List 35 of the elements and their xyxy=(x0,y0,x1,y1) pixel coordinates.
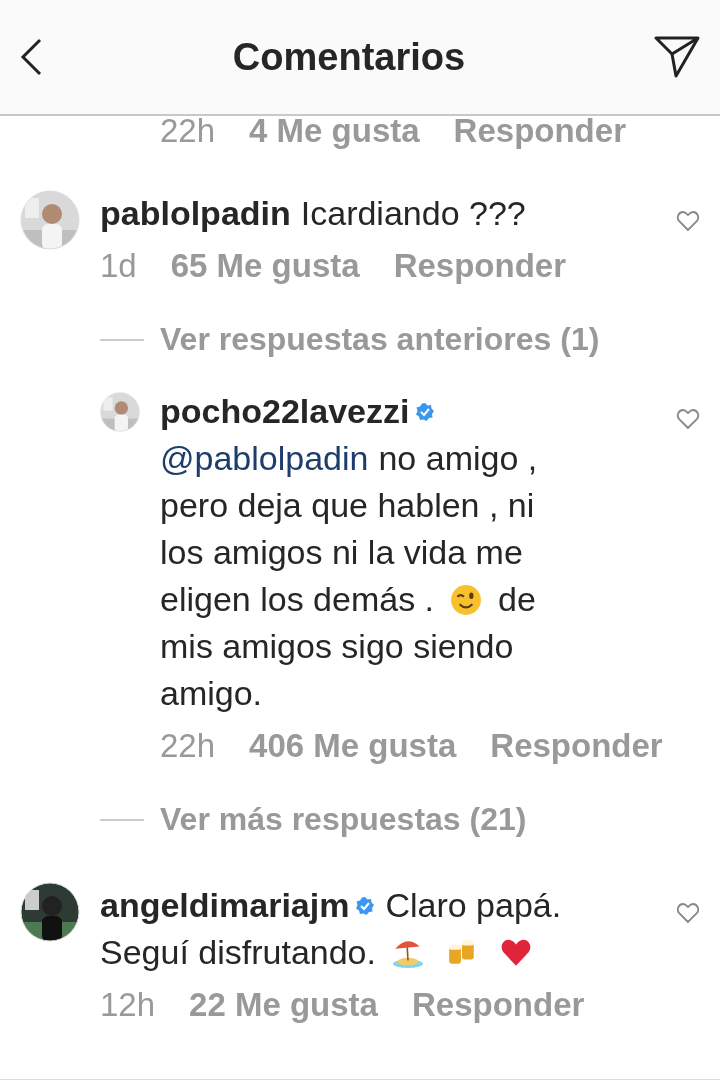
comment-text: de xyxy=(498,580,536,619)
winking-face-emoji-icon xyxy=(450,583,483,616)
likes-count[interactable]: 65 Me gusta xyxy=(170,247,360,285)
heart-icon xyxy=(676,210,700,232)
username-link[interactable]: pablolpadin xyxy=(100,194,291,233)
username-link[interactable]: pocho22lavezzi xyxy=(160,392,410,431)
send-button[interactable] xyxy=(654,35,700,79)
comment-text: eligen los demás . xyxy=(160,580,435,619)
page-title: Comentarios xyxy=(232,35,466,79)
back-icon xyxy=(18,37,44,77)
comment-text: Seguí disfrutando. xyxy=(100,933,376,972)
comment-time: 1d xyxy=(100,247,137,285)
comment-text: Icardiando ??? xyxy=(300,194,526,233)
comment-time: 22h xyxy=(160,116,216,146)
mention-link[interactable]: @pablolpadin xyxy=(160,439,369,478)
likes-count[interactable]: 22 Me gusta xyxy=(189,986,378,1024)
comment-text: pero deja que hablen , ni xyxy=(160,486,535,525)
view-replies-link[interactable]: Ver respuestas anteriores (1) xyxy=(160,321,600,358)
comment-time: 22h xyxy=(160,727,216,765)
comment-text: Claro papá. xyxy=(385,886,562,925)
comment-text: amigo. xyxy=(160,674,263,713)
heart-icon xyxy=(676,408,700,430)
reply-link[interactable]: Responder xyxy=(411,986,585,1024)
reply-link[interactable]: Responder xyxy=(490,727,663,765)
username-link[interactable]: angeldimariajm xyxy=(100,886,350,925)
send-icon xyxy=(654,35,700,79)
comment-time: 12h xyxy=(100,986,156,1024)
likes-count[interactable]: 406 Me gusta xyxy=(249,727,457,765)
back-button[interactable] xyxy=(18,37,44,77)
heart-icon xyxy=(676,902,700,924)
comment-text: no amigo , xyxy=(378,439,538,478)
reply-link[interactable]: Responder xyxy=(393,247,566,285)
comment-text: los amigos ni la vida me xyxy=(160,533,523,572)
comment-text: mis amigos sigo siendo xyxy=(160,627,514,666)
view-replies-link[interactable]: Ver más respuestas (21) xyxy=(160,801,527,838)
